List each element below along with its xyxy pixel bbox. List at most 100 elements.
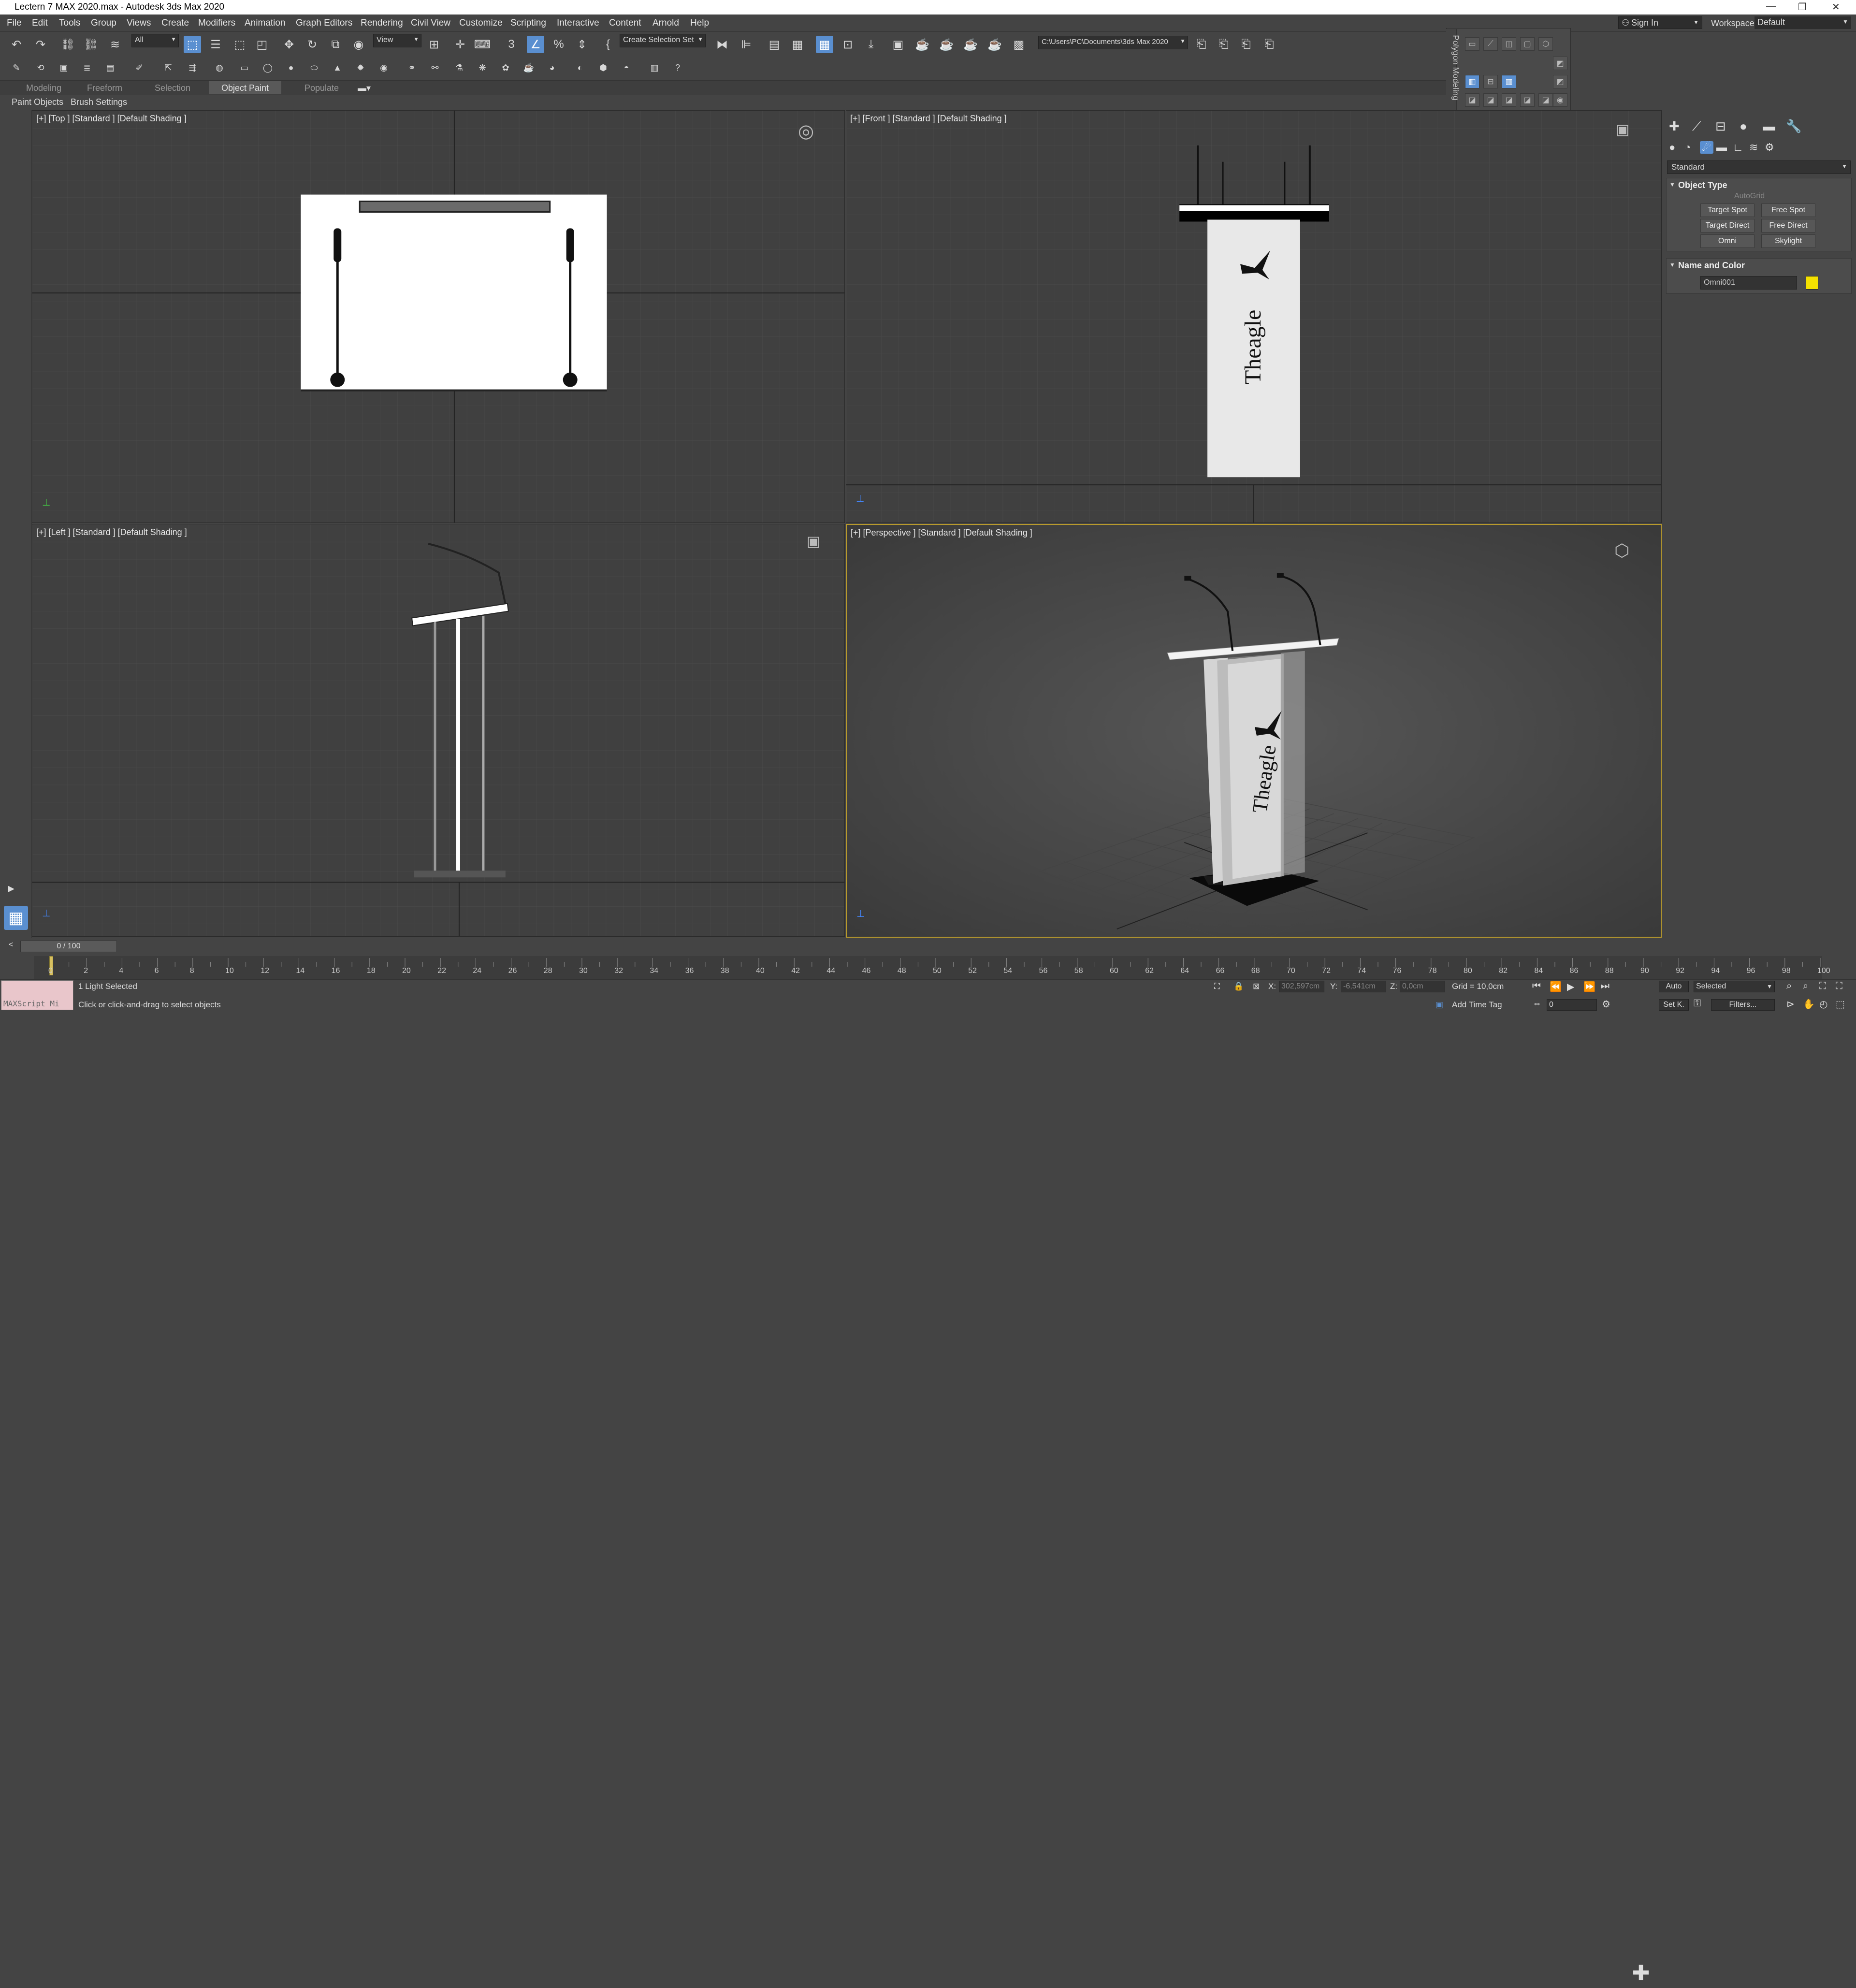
skylight-button[interactable]: Skylight <box>1761 234 1815 248</box>
spinner-snap-icon[interactable]: ⇕ <box>573 36 591 53</box>
viewport-layout-icon[interactable]: ▦ <box>4 906 28 930</box>
light-bulb-icon[interactable]: ◉ <box>377 61 391 74</box>
place-icon[interactable]: ◉ <box>350 36 367 53</box>
absolute-mode-icon[interactable]: ⊠ <box>1253 982 1260 991</box>
render-setup-icon[interactable]: ▣ <box>889 36 907 53</box>
shapes-icon[interactable]: ◔ <box>1684 141 1691 154</box>
rectangular-selection-icon[interactable]: ⬚ <box>231 36 248 53</box>
keyboard-shortcut-override-icon[interactable]: ⌨ <box>474 36 491 53</box>
mirror-icon[interactable]: ⧓ <box>713 36 731 53</box>
percent-snap-icon[interactable]: % <box>550 36 567 53</box>
polygon-modeling-title[interactable]: Polygon Modeling <box>1446 29 1461 111</box>
paint-icon[interactable]: ✐ <box>132 61 146 74</box>
scene-icon[interactable]: ⬢ <box>596 61 610 74</box>
free-direct-button[interactable]: Free Direct <box>1761 219 1815 232</box>
modify-tab-icon[interactable]: ⟋ <box>1692 119 1701 134</box>
autogrid-checkbox[interactable]: AutoGrid <box>1734 192 1765 201</box>
selection-filter-dropdown[interactable]: All ▼ <box>131 34 179 47</box>
expand-arrow-icon[interactable]: ▶ <box>8 884 14 894</box>
brush-settings-panel[interactable]: Brush Settings <box>71 97 127 107</box>
viewport-left-label[interactable]: [+] [Left ] [Standard ] [Default Shading… <box>36 527 187 537</box>
menu-modifiers[interactable]: Modifiers <box>198 18 235 29</box>
omni-button[interactable]: Omni <box>1700 234 1754 248</box>
menu-customize[interactable]: Customize <box>459 18 503 29</box>
orbit-icon[interactable]: ◴ <box>1819 998 1827 1010</box>
poly-tool-icon[interactable]: ◪ <box>1465 93 1479 107</box>
poly-tool-icon[interactable]: ◪ <box>1502 93 1516 107</box>
cursor-icon[interactable]: ⇱ <box>161 61 175 74</box>
pan-icon[interactable]: ✋ <box>1803 998 1815 1010</box>
current-frame-field[interactable]: 0 <box>1547 999 1597 1011</box>
systems-icon[interactable]: ⚙ <box>1765 141 1774 154</box>
auto-key-button[interactable]: Auto <box>1659 981 1689 992</box>
viewcube-icon[interactable]: ⬡ <box>1614 540 1629 561</box>
poly-tool-icon[interactable]: ◉ <box>1553 93 1567 107</box>
render-production-icon[interactable]: ☕ <box>938 36 955 53</box>
poly-tool-icon[interactable]: ◪ <box>1483 93 1498 107</box>
hierarchy-tab-icon[interactable]: ⊟ <box>1715 119 1726 134</box>
zoom-extents-icon[interactable]: ⛶ <box>1819 981 1826 992</box>
project-open-icon[interactable]: ⎗ <box>1237 36 1255 53</box>
help-icon[interactable]: ? <box>671 61 684 74</box>
list-icon[interactable]: ≣ <box>80 61 94 74</box>
select-manipulate-icon[interactable]: ✛ <box>451 36 469 53</box>
render-in-cloud-icon[interactable]: ▩ <box>1010 36 1028 53</box>
set-key-button[interactable]: Set K. <box>1659 999 1689 1011</box>
y-coordinate-field[interactable]: -6,541cm <box>1341 981 1386 992</box>
poly-tool-icon[interactable]: ◩ <box>1553 57 1567 70</box>
display-tab-icon[interactable]: ▬ <box>1763 119 1775 134</box>
menu-group[interactable]: Group <box>91 18 116 29</box>
align-icon[interactable]: ⊫ <box>738 36 755 53</box>
add-time-tag[interactable]: Add Time Tag <box>1452 1000 1502 1010</box>
time-tag-icon[interactable]: ▣ <box>1436 1000 1443 1010</box>
link-chain-icon[interactable]: ⚭ <box>405 61 419 74</box>
menu-arnold[interactable]: Arnold <box>652 18 679 29</box>
set-key-icon[interactable]: ✚ <box>1629 1960 1653 1988</box>
particle-icon[interactable]: ❋ <box>476 61 489 74</box>
palette-icon[interactable]: ◍ <box>213 61 226 74</box>
close-button[interactable]: ✕ <box>1832 1 1840 13</box>
menu-views[interactable]: Views <box>127 18 151 29</box>
cameras-icon[interactable]: ▬ <box>1716 141 1727 154</box>
tab-selection[interactable]: Selection <box>155 83 190 93</box>
menu-content[interactable]: Content <box>609 18 641 29</box>
viewcube-icon[interactable]: ◎ <box>798 120 814 142</box>
free-spot-button[interactable]: Free Spot <box>1761 203 1815 217</box>
globe-icon[interactable]: ◐ <box>573 61 587 74</box>
sun-icon[interactable]: ✹ <box>354 61 367 74</box>
name-and-color-title[interactable]: Name and Color <box>1678 261 1745 271</box>
rectangle-icon[interactable]: ▭ <box>238 61 251 74</box>
play-icon[interactable]: ▶ <box>1567 981 1574 993</box>
menu-edit[interactable]: Edit <box>32 18 48 29</box>
project-create-icon[interactable]: ⎗ <box>1215 36 1232 53</box>
category-dropdown[interactable]: Standard ▼ <box>1667 160 1851 174</box>
bind-space-warp-icon[interactable]: ≋ <box>106 36 124 53</box>
object-type-title[interactable]: Object Type <box>1678 180 1727 190</box>
paint-objects-panel[interactable]: Paint Objects <box>12 97 63 107</box>
x-coordinate-field[interactable]: 302,597cm <box>1279 981 1324 992</box>
restore-button[interactable]: ❐ <box>1798 1 1807 13</box>
material-icon[interactable]: ◕ <box>545 61 559 74</box>
zoom-all-icon[interactable]: ⌕ <box>1803 981 1808 992</box>
poly-tool-icon[interactable]: ⟋ <box>1483 37 1498 51</box>
layer-explorer-icon[interactable]: ▤ <box>766 36 783 53</box>
rotate-icon[interactable]: ↻ <box>304 36 321 53</box>
snap-icon[interactable]: ⚯ <box>428 61 442 74</box>
measure-icon[interactable]: ▥ <box>648 61 661 74</box>
circle-icon[interactable]: ◯ <box>261 61 275 74</box>
ribbon-options-icon[interactable]: ▬▾ <box>358 83 371 93</box>
snaps-toggle-icon[interactable]: 3 <box>503 36 520 53</box>
render-teapot-icon[interactable]: ☕ <box>522 61 536 74</box>
slider-left-icon[interactable]: < <box>9 941 13 949</box>
viewcube-icon[interactable]: ▣ <box>1616 121 1629 138</box>
maximize-viewport-icon[interactable]: ⬚ <box>1836 998 1845 1010</box>
move-icon[interactable]: ✥ <box>280 36 298 53</box>
align-obj-icon[interactable]: ⇶ <box>186 61 199 74</box>
zoom-icon[interactable]: ⌕ <box>1786 981 1792 992</box>
poly-tool-icon[interactable]: ▭ <box>1465 37 1479 51</box>
ellipse-icon[interactable]: ⬭ <box>307 61 321 74</box>
motion-tab-icon[interactable]: ● <box>1740 119 1747 134</box>
project-path-dropdown[interactable]: C:\Users\PC\Documents\3ds Max 2020 ▼ <box>1038 36 1188 49</box>
viewport-perspective-label[interactable]: [+] [Perspective ] [Standard ] [Default … <box>851 528 1032 538</box>
z-coordinate-field[interactable]: 0,0cm <box>1400 981 1445 992</box>
